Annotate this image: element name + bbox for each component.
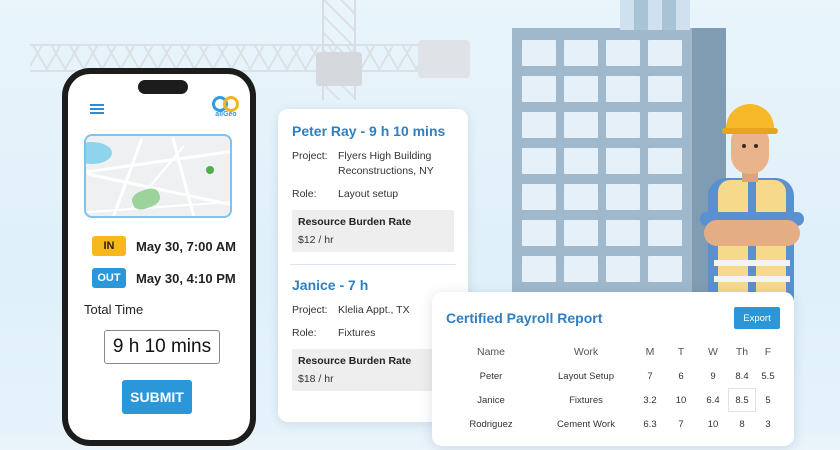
role-key: Role: bbox=[292, 188, 317, 200]
table-cell: Cement Work bbox=[557, 418, 615, 430]
payroll-report-card: Certified Payroll Report Export Name Wor… bbox=[432, 292, 794, 446]
table-cell: 3.2 bbox=[643, 394, 657, 406]
rate-box: Resource Burden Rate $18 / hr bbox=[292, 349, 454, 391]
payroll-table: Name Work M T W Th F Peter Layout Setup … bbox=[446, 340, 780, 436]
table-cell: 5 bbox=[765, 394, 771, 406]
phone-notch bbox=[138, 80, 188, 94]
table-cell: 6.3 bbox=[643, 418, 657, 430]
table-cell: 10 bbox=[707, 418, 719, 430]
clock-out-row: OUT May 30, 4:10 PM bbox=[92, 268, 236, 288]
table-cell: 8 bbox=[739, 418, 745, 430]
project-key: Project: bbox=[292, 150, 328, 162]
divider bbox=[290, 264, 456, 265]
column-header: M bbox=[645, 346, 655, 358]
report-title: Certified Payroll Report bbox=[446, 310, 603, 326]
total-time-label: Total Time bbox=[84, 302, 144, 317]
crane-cab-illustration bbox=[316, 52, 362, 86]
employee-time-title: Peter Ray - 9 h 10 mins bbox=[292, 123, 446, 139]
table-cell: 9 bbox=[710, 370, 716, 382]
logo-text: allGeo bbox=[215, 111, 237, 118]
timesheet-entry[interactable]: Janice - 7 h Project: Klelia Appt., TX R… bbox=[292, 277, 454, 391]
table-cell: Fixtures bbox=[569, 394, 603, 406]
allgeo-logo: allGeo bbox=[210, 96, 242, 120]
phone-screen: allGeo IN May 30, 7:00 AM OUT May 30, 4:… bbox=[68, 74, 250, 440]
construction-worker-illustration bbox=[698, 100, 808, 302]
crane-counterweight-illustration bbox=[418, 40, 470, 78]
role-value: Layout setup bbox=[338, 188, 399, 200]
timesheet-entry[interactable]: Peter Ray - 9 h 10 mins Project: Flyers … bbox=[292, 123, 454, 252]
worker-face bbox=[731, 130, 769, 174]
rate-value: $12 / hr bbox=[298, 234, 334, 246]
employee-time-title: Janice - 7 h bbox=[292, 277, 369, 293]
column-header: F bbox=[764, 346, 772, 358]
project-value: Flyers High Building Reconstructions, NY bbox=[338, 150, 434, 177]
clock-in-row: IN May 30, 7:00 AM bbox=[92, 236, 236, 256]
phone-mockup: allGeo IN May 30, 7:00 AM OUT May 30, 4:… bbox=[62, 68, 256, 446]
rate-title: Resource Burden Rate bbox=[298, 355, 412, 367]
table-cell: 8.4 bbox=[735, 370, 749, 382]
rate-title: Resource Burden Rate bbox=[298, 216, 412, 228]
project-key: Project: bbox=[292, 304, 328, 316]
column-header: T bbox=[677, 346, 685, 358]
table-cell: Peter bbox=[479, 370, 503, 382]
submit-button[interactable]: SUBMIT bbox=[122, 380, 192, 414]
table-cell: Layout Setup bbox=[558, 370, 614, 382]
hamburger-menu-icon[interactable] bbox=[90, 104, 104, 114]
column-header: Th bbox=[735, 346, 749, 358]
rate-box: Resource Burden Rate $12 / hr bbox=[292, 210, 454, 252]
out-badge: OUT bbox=[92, 268, 126, 288]
location-pin-icon bbox=[206, 166, 214, 174]
table-cell: 10 bbox=[675, 394, 687, 406]
column-header: Work bbox=[573, 346, 599, 358]
export-button[interactable]: Export bbox=[734, 307, 780, 329]
clock-out-time: May 30, 4:10 PM bbox=[136, 270, 236, 286]
building-illustration bbox=[512, 0, 726, 318]
role-key: Role: bbox=[292, 327, 317, 339]
column-header: Name bbox=[476, 346, 505, 358]
total-time-field[interactable]: 9 h 10 mins bbox=[104, 330, 220, 364]
clock-in-time: May 30, 7:00 AM bbox=[136, 238, 236, 254]
table-cell-selected[interactable]: 8.5 bbox=[728, 388, 756, 412]
table-cell: Rodriguez bbox=[469, 418, 513, 430]
table-cell: 5.5 bbox=[761, 370, 775, 382]
location-map[interactable] bbox=[84, 134, 232, 218]
logo-ring-icon bbox=[223, 96, 239, 112]
table-cell: 6.4 bbox=[706, 394, 720, 406]
table-cell: 7 bbox=[678, 418, 684, 430]
table-cell: 6 bbox=[678, 370, 684, 382]
building-windows bbox=[522, 40, 682, 318]
column-header: W bbox=[708, 346, 718, 358]
rate-value: $18 / hr bbox=[298, 373, 334, 385]
in-badge: IN bbox=[92, 236, 126, 256]
table-cell: 7 bbox=[647, 370, 653, 382]
building-top-illustration bbox=[620, 0, 690, 30]
table-cell: 3 bbox=[765, 418, 771, 430]
table-cell: Janice bbox=[477, 394, 505, 406]
